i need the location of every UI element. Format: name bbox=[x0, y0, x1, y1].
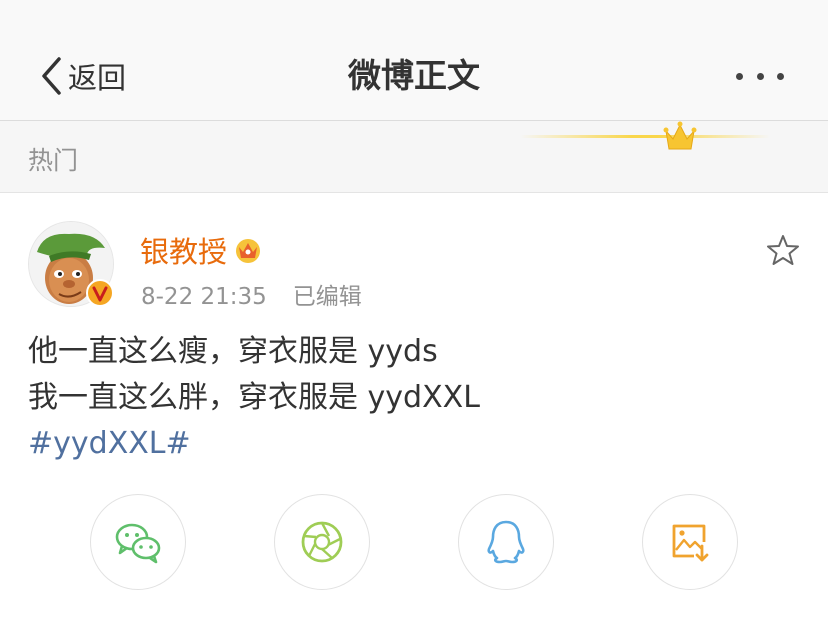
post-meta: 8-22 21:35 已编辑 bbox=[141, 277, 362, 311]
more-dot-icon bbox=[756, 72, 764, 80]
edited-label: 已编辑 bbox=[292, 284, 362, 310]
moments-icon bbox=[301, 521, 343, 563]
more-dot-icon bbox=[736, 72, 743, 80]
hot-label: 热门 bbox=[28, 146, 79, 175]
share-wechat-button[interactable] bbox=[90, 494, 186, 590]
share-row bbox=[0, 494, 828, 592]
hot-section-bar: 热门 bbox=[0, 121, 828, 193]
star-icon bbox=[767, 235, 799, 265]
wechat-icon bbox=[115, 523, 161, 564]
username: 银教授 bbox=[140, 235, 228, 269]
more-options-button[interactable] bbox=[736, 66, 784, 86]
username-link[interactable]: 银教授 bbox=[140, 229, 263, 271]
save-image-icon bbox=[672, 524, 709, 562]
share-qq-button[interactable] bbox=[458, 494, 554, 590]
save-image-button[interactable] bbox=[642, 494, 738, 590]
verified-badge-icon bbox=[86, 279, 114, 307]
share-moments-button[interactable] bbox=[274, 494, 370, 590]
post-line: 我一直这么胖，穿衣服是 yydXXL bbox=[28, 380, 480, 415]
post-content: 他一直这么瘦，穿衣服是 yyds 我一直这么胖，穿衣服是 yydXXL #yyd… bbox=[28, 329, 480, 467]
post-line: 他一直这么瘦，穿衣服是 yyds bbox=[28, 334, 438, 369]
favorite-button[interactable] bbox=[766, 233, 800, 271]
weibo-post: 银教授 8-22 21:35 已编辑 他一直这么瘦，穿衣服是 yyds 我一直这么… bbox=[0, 193, 828, 620]
nav-bar: 返回 微博正文 bbox=[0, 0, 828, 121]
page-title: 微博正文 bbox=[348, 56, 480, 95]
hashtag-link[interactable]: #yydXXL# bbox=[28, 421, 480, 467]
post-time: 8-22 21:35 bbox=[141, 284, 267, 310]
more-dot-icon bbox=[777, 72, 784, 80]
qq-icon bbox=[487, 520, 525, 564]
crown-icon bbox=[663, 121, 697, 150]
gold-decoration-line bbox=[520, 135, 770, 138]
member-crown-icon bbox=[236, 239, 261, 263]
